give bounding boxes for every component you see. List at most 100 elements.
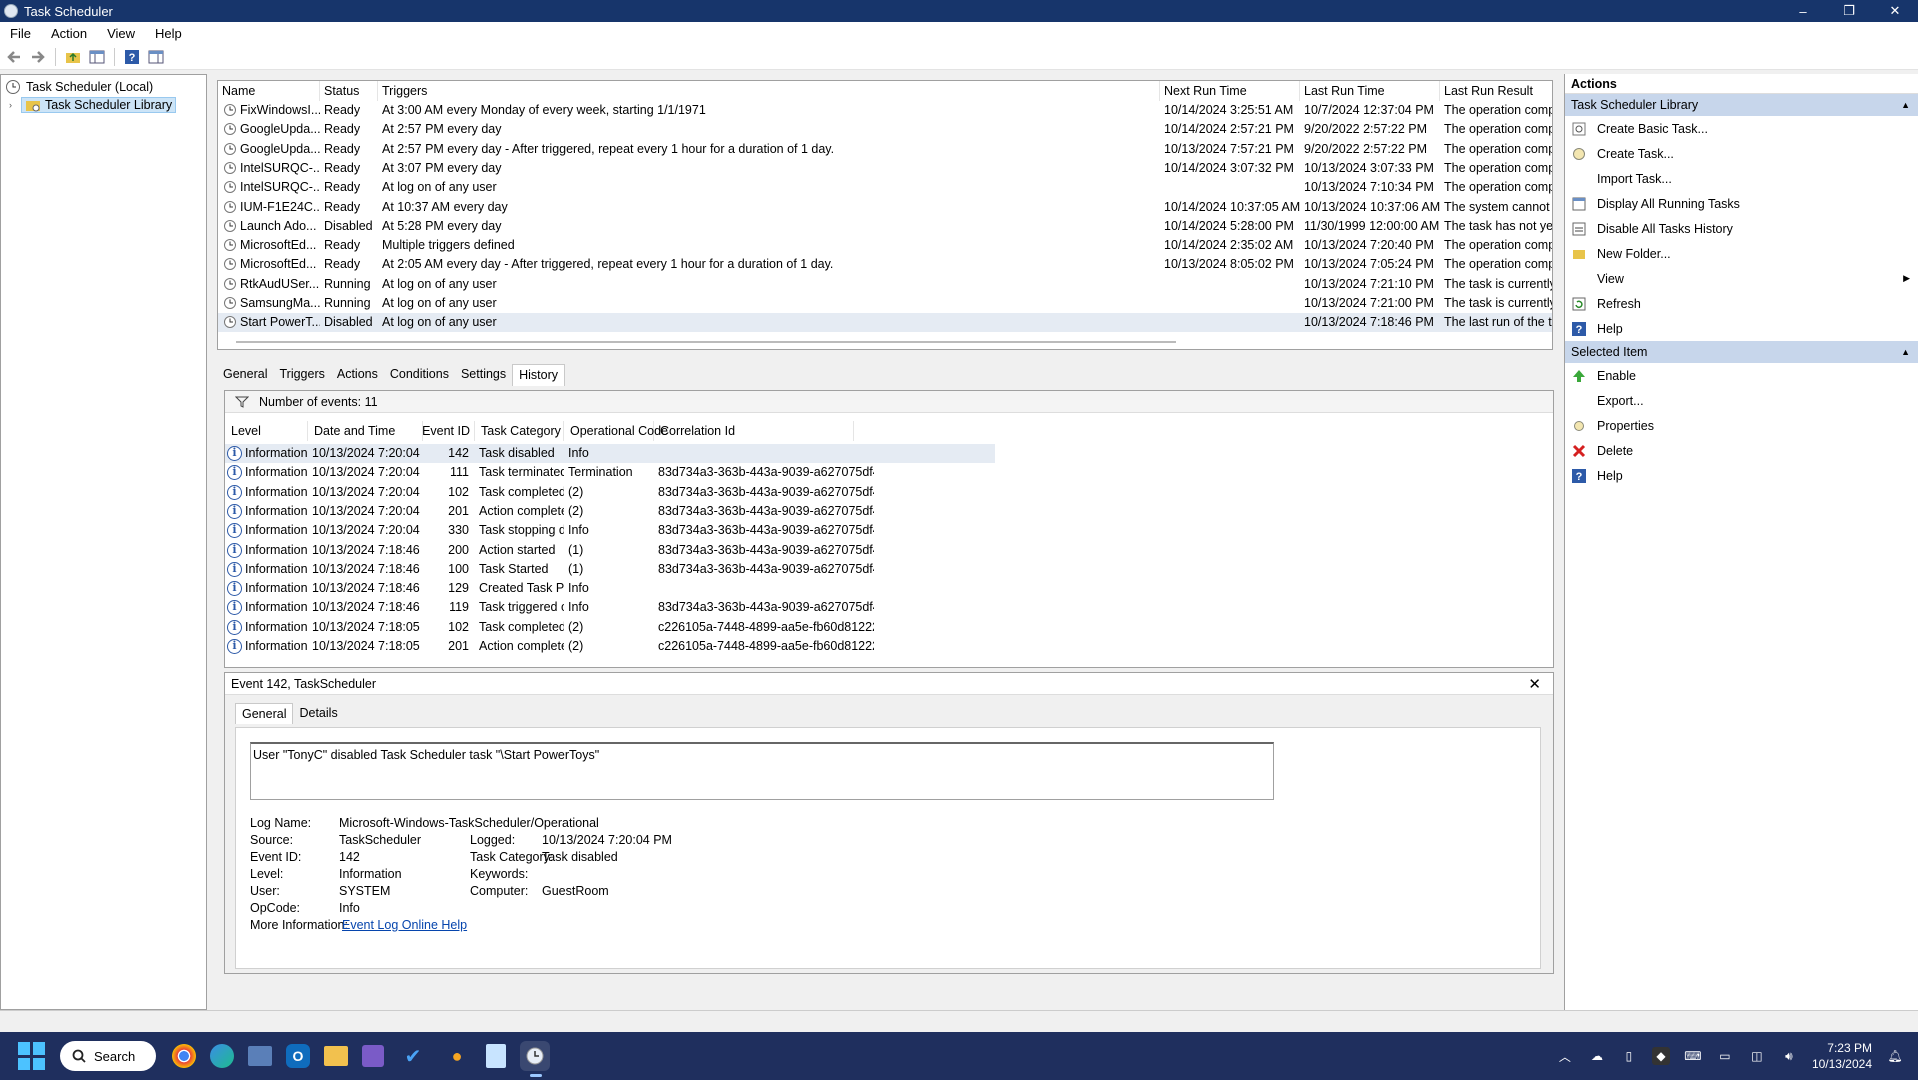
- close-icon[interactable]: ✕: [1528, 675, 1541, 693]
- task-row[interactable]: GoogleUpda... Ready At 2:57 PM every day -…: [218, 140, 1552, 159]
- forward-arrow-icon[interactable]: [28, 47, 48, 67]
- windows-start-icon[interactable]: [18, 1042, 46, 1070]
- onedrive-icon[interactable]: ☁: [1588, 1047, 1606, 1065]
- help-icon[interactable]: ?: [122, 47, 142, 67]
- file-explorer-icon[interactable]: [324, 1046, 348, 1066]
- notification-bell-icon[interactable]: 🔔︎: [1886, 1047, 1904, 1065]
- collapse-chevron-icon[interactable]: ▲: [1901, 100, 1910, 110]
- folder-up-icon[interactable]: [63, 47, 83, 67]
- collapse-chevron-icon[interactable]: ▲: [1901, 347, 1910, 357]
- notepad-icon[interactable]: [486, 1044, 506, 1068]
- task-row[interactable]: Start PowerT... Disabled At log on of any …: [218, 313, 1552, 333]
- col-header-event-id[interactable]: Event ID: [422, 421, 475, 441]
- task-scheduler-taskbar-icon[interactable]: [520, 1041, 550, 1077]
- col-header-date-time[interactable]: Date and Time: [308, 421, 423, 441]
- filter-icon[interactable]: [235, 396, 249, 408]
- task-row[interactable]: IUM-F1E24C... Ready At 10:37 AM every day 1…: [218, 198, 1552, 217]
- chrome-icon[interactable]: [172, 1044, 196, 1068]
- actions-section-selected[interactable]: Selected Item ▲: [1565, 341, 1918, 363]
- actions-section-library[interactable]: Task Scheduler Library ▲: [1565, 94, 1918, 116]
- enable-button[interactable]: Enable: [1565, 363, 1918, 388]
- tab-actions[interactable]: Actions: [331, 364, 384, 386]
- close-button[interactable]: ✕: [1872, 0, 1918, 22]
- task-row[interactable]: IntelSURQC-... Ready At 3:07 PM every day 1…: [218, 159, 1552, 178]
- chevron-up-icon[interactable]: ︿: [1556, 1047, 1574, 1065]
- event-row[interactable]: iInformation 10/13/2024 7:20:04 PM 102 Task…: [225, 483, 995, 502]
- remote-desktop-icon[interactable]: [248, 1046, 272, 1066]
- col-header-operational-code[interactable]: Operational Code: [564, 421, 668, 441]
- display-icon[interactable]: ▭: [1716, 1047, 1734, 1065]
- event-tab-details[interactable]: Details: [293, 703, 343, 724]
- event-row[interactable]: iInformation 10/13/2024 7:18:46 PM 200 Acti…: [225, 541, 995, 560]
- menu-help[interactable]: Help: [145, 26, 192, 41]
- back-arrow-icon[interactable]: [4, 47, 24, 67]
- event-tab-general[interactable]: General: [235, 703, 294, 724]
- event-row[interactable]: iInformation 10/13/2024 7:18:46 PM 119 Task…: [225, 598, 995, 617]
- col-header-correlation-id[interactable]: Correlation Id: [654, 421, 854, 441]
- volume-icon[interactable]: 🔊︎: [1780, 1047, 1798, 1065]
- expand-chevron-icon[interactable]: ›: [9, 100, 21, 110]
- horizontal-scrollbar[interactable]: [236, 341, 1176, 343]
- task-row[interactable]: FixWindowsI... Ready At 3:00 AM every Mond…: [218, 101, 1552, 120]
- maximize-button[interactable]: ❐: [1826, 0, 1872, 22]
- import-task-button[interactable]: Import Task...: [1565, 166, 1918, 191]
- task-row[interactable]: GoogleUpda... Ready At 2:57 PM every day 10…: [218, 120, 1552, 139]
- refresh-button[interactable]: Refresh: [1565, 291, 1918, 316]
- event-row[interactable]: iInformation 10/13/2024 7:18:46 PM 129 Crea…: [225, 579, 995, 598]
- tab-conditions[interactable]: Conditions: [384, 364, 455, 386]
- task-row[interactable]: Launch Ado... Disabled At 5:28 PM every da…: [218, 217, 1552, 236]
- task-row[interactable]: IntelSURQC-... Ready At log on of any user…: [218, 178, 1552, 197]
- menu-view[interactable]: View: [97, 26, 145, 41]
- tab-general[interactable]: General: [217, 364, 273, 386]
- delete-button[interactable]: Delete: [1565, 438, 1918, 463]
- col-header-level[interactable]: Level: [225, 421, 308, 441]
- display-running-tasks-button[interactable]: Display All Running Tasks: [1565, 191, 1918, 216]
- menu-action[interactable]: Action: [41, 26, 97, 41]
- col-header-name[interactable]: Name: [218, 81, 320, 101]
- col-header-last-run[interactable]: Last Run Time: [1300, 81, 1440, 101]
- todo-icon[interactable]: ✔: [398, 1041, 428, 1071]
- event-row[interactable]: iInformation 10/13/2024 7:20:04 PM 330 Task…: [225, 521, 995, 540]
- view-menu-button[interactable]: View ▶: [1565, 266, 1918, 291]
- new-folder-button[interactable]: New Folder...: [1565, 241, 1918, 266]
- show-hide-action-pane-icon[interactable]: [146, 47, 166, 67]
- event-row[interactable]: iInformation 10/13/2024 7:20:04 PM 142 Task…: [225, 444, 995, 463]
- event-row[interactable]: iInformation 10/13/2024 7:20:04 PM 201 Acti…: [225, 502, 995, 521]
- tree-item-library[interactable]: › Task Scheduler Library: [1, 96, 206, 114]
- visual-studio-icon[interactable]: [362, 1045, 384, 1067]
- create-task-button[interactable]: Create Task...: [1565, 141, 1918, 166]
- event-log-help-link[interactable]: Event Log Online Help: [342, 918, 467, 932]
- create-basic-task-button[interactable]: Create Basic Task...: [1565, 116, 1918, 141]
- task-row[interactable]: MicrosoftEd... Ready At 2:05 AM every day …: [218, 255, 1552, 274]
- system-clock[interactable]: 7:23 PM 10/13/2024: [1812, 1040, 1872, 1072]
- show-hide-console-tree-icon[interactable]: [87, 47, 107, 67]
- export-button[interactable]: Export...: [1565, 388, 1918, 413]
- disable-tasks-history-button[interactable]: Disable All Tasks History: [1565, 216, 1918, 241]
- event-row[interactable]: iInformation 10/13/2024 7:18:46 PM 100 Task…: [225, 560, 995, 579]
- task-row[interactable]: SamsungMa... Running At log on of any user…: [218, 294, 1552, 313]
- minimize-button[interactable]: –: [1780, 0, 1826, 22]
- event-row[interactable]: iInformation 10/13/2024 7:18:05 PM 102 Task…: [225, 618, 995, 637]
- taskbar-search[interactable]: Search: [60, 1041, 156, 1071]
- tab-triggers[interactable]: Triggers: [273, 364, 330, 386]
- help-button[interactable]: ? Help: [1565, 316, 1918, 341]
- outlook-icon[interactable]: O: [286, 1044, 310, 1068]
- task-row[interactable]: MicrosoftEd... Ready Multiple triggers def…: [218, 236, 1552, 255]
- tab-history[interactable]: History: [512, 364, 566, 386]
- task-row[interactable]: RtkAudUSer... Running At log on of any use…: [218, 275, 1552, 294]
- event-message[interactable]: User "TonyC" disabled Task Scheduler tas…: [250, 742, 1274, 800]
- col-header-status[interactable]: Status: [320, 81, 378, 101]
- help-button-selected[interactable]: ? Help: [1565, 463, 1918, 488]
- battery-icon[interactable]: ▯: [1620, 1047, 1638, 1065]
- properties-button[interactable]: Properties: [1565, 413, 1918, 438]
- edge-icon[interactable]: [210, 1044, 234, 1068]
- col-header-next-run[interactable]: Next Run Time: [1160, 81, 1300, 101]
- event-row[interactable]: iInformation 10/13/2024 7:18:05 PM 201 Acti…: [225, 637, 995, 656]
- app-tray-icon[interactable]: ◆: [1651, 1047, 1670, 1065]
- tree-item-local[interactable]: Task Scheduler (Local): [1, 78, 206, 96]
- col-header-task-category[interactable]: Task Category: [475, 421, 564, 441]
- col-header-last-result[interactable]: Last Run Result: [1440, 81, 1552, 101]
- keyboard-icon[interactable]: ⌨: [1684, 1047, 1702, 1065]
- col-header-triggers[interactable]: Triggers: [378, 81, 1160, 101]
- menu-file[interactable]: File: [0, 26, 41, 41]
